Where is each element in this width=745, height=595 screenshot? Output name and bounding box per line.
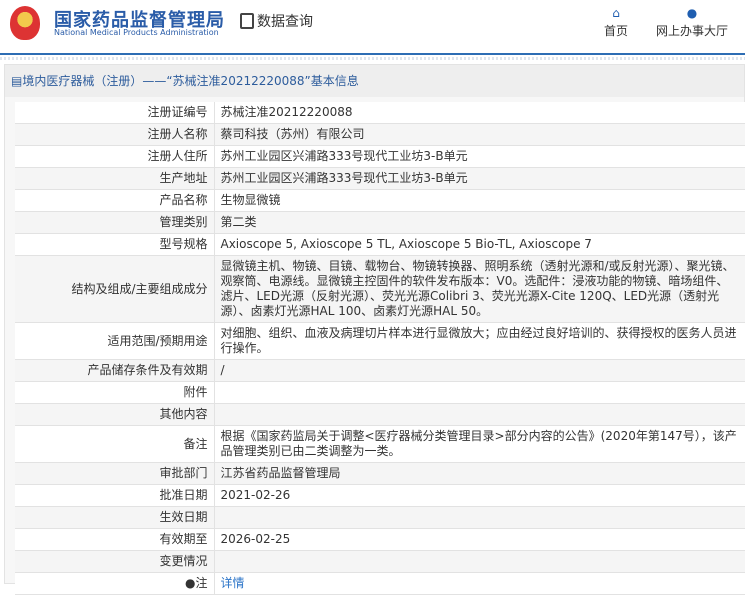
field-value: 显微镜主机、物镜、目镜、载物台、物镜转换器、照明系统（透射光源和/或反射光源）、… [214,255,745,323]
field-value: 第二类 [214,211,745,234]
table-row: 生产地址 苏州工业园区兴浦路333号现代工业坊3-B单元 [15,167,745,190]
site-header: 国家药品监督管理局 National Medical Products Admi… [0,0,745,60]
field-label: 有效期至 [15,528,215,551]
info-table: 注册证编号 苏械注准20212220088 注册人名称 蔡司科技（苏州）有限公司 注册人… [15,102,745,595]
field-label: 管理类别 [15,211,215,234]
field-label: 备注 [15,425,215,463]
table-row: 产品名称 生物显微镜 [15,189,745,212]
field-value [214,403,745,426]
document-search-icon [240,13,254,29]
nav-home[interactable]: ⌂ 首页 [604,6,628,39]
section-label: 数据查询 [257,14,313,30]
panel-title: ▤境内医疗器械（注册）——“苏械注准20212220088”基本信息 [5,65,744,97]
field-value: 对细胞、组织、血液及病理切片样本进行显微放大；应由经过良好培训的、获得授权的医务… [214,322,745,360]
field-value: 苏州工业园区兴浦路333号现代工业坊3-B单元 [214,167,745,190]
field-value: / [214,359,745,382]
field-label: 注册证编号 [15,102,215,124]
field-label: 生效日期 [15,506,215,529]
field-label: 型号规格 [15,233,215,256]
panel-title-text: 境内医疗器械（注册）——“苏械注准20212220088”基本信息 [22,74,359,88]
field-label: 附件 [15,381,215,404]
field-label: 审批部门 [15,462,215,485]
note-label-text: 注 [195,576,208,590]
field-value: 蔡司科技（苏州）有限公司 [214,123,745,146]
table-row: 注册人名称 蔡司科技（苏州）有限公司 [15,123,745,146]
table-row: 其他内容 [15,403,745,426]
note-value: 详情 [214,572,745,595]
field-value: 苏州工业园区兴浦路333号现代工业坊3-B单元 [214,145,745,168]
note-row: ●注 详情 [15,572,745,595]
pin-icon: ● [185,576,196,590]
field-label: 产品储存条件及有效期 [15,359,215,382]
table-row: 型号规格 Axioscope 5, Axioscope 5 TL, Axiosco… [15,233,745,256]
details-link[interactable]: 详情 [221,576,245,590]
table-row: 生效日期 [15,506,745,529]
note-label: ●注 [15,572,215,595]
table-row: 产品储存条件及有效期 / [15,359,745,382]
section-title: 数据查询 [240,11,313,31]
user-icon: ● [686,6,698,20]
national-emblem-logo [10,6,40,40]
field-label: 注册人名称 [15,123,215,146]
field-value: 生物显微镜 [214,189,745,212]
nav-online-hall-label: 网上办事大厅 [656,24,729,38]
field-value: 江苏省药品监督管理局 [214,462,745,485]
field-value: 根据《国家药监局关于调整<医疗器械分类管理目录>部分内容的公告》(2020年第1… [214,425,745,463]
field-value: 2026-02-25 [214,528,745,551]
field-value [214,506,745,529]
table-row: 审批部门 江苏省药品监督管理局 [15,462,745,485]
info-panel: ▤境内医疗器械（注册）——“苏械注准20212220088”基本信息 注册证编号… [4,64,745,595]
table-row: 适用范围/预期用途 对细胞、组织、血液及病理切片样本进行显微放大；应由经过良好培训… [15,322,745,360]
field-value: Axioscope 5, Axioscope 5 TL, Axioscope 5… [214,233,745,256]
field-label: 批准日期 [15,484,215,507]
field-label: 变更情况 [15,550,215,573]
table-row: 变更情况 [15,550,745,573]
field-label: 其他内容 [15,403,215,426]
nav-home-label: 首页 [604,24,629,38]
table-row: 注册证编号 苏械注准20212220088 [15,102,745,124]
field-label: 结构及组成/主要组成成分 [15,255,215,323]
field-label: 适用范围/预期用途 [15,322,215,360]
table-row: 附件 [15,381,745,404]
nav-online-hall[interactable]: ● 网上办事大厅 [656,6,728,39]
table-row: 备注 根据《国家药监局关于调整<医疗器械分类管理目录>部分内容的公告》(2020年… [15,425,745,463]
table-row: 管理类别 第二类 [15,211,745,234]
table-row: 批准日期 2021-02-26 [15,484,745,507]
table-row: 注册人住所 苏州工业园区兴浦路333号现代工业坊3-B单元 [15,145,745,168]
home-icon: ⌂ [612,6,620,20]
field-label: 生产地址 [15,167,215,190]
table-row: 有效期至 2026-02-25 [15,528,745,551]
logo-subtitle: National Medical Products Administration [54,28,219,37]
table-row: 结构及组成/主要组成成分 显微镜主机、物镜、目镜、载物台、物镜转换器、照明系统（透… [15,255,745,323]
field-value [214,381,745,404]
field-value [214,550,745,573]
field-value: 苏械注准20212220088 [214,102,745,124]
field-label: 产品名称 [15,189,215,212]
field-label: 注册人住所 [15,145,215,168]
field-value: 2021-02-26 [214,484,745,507]
